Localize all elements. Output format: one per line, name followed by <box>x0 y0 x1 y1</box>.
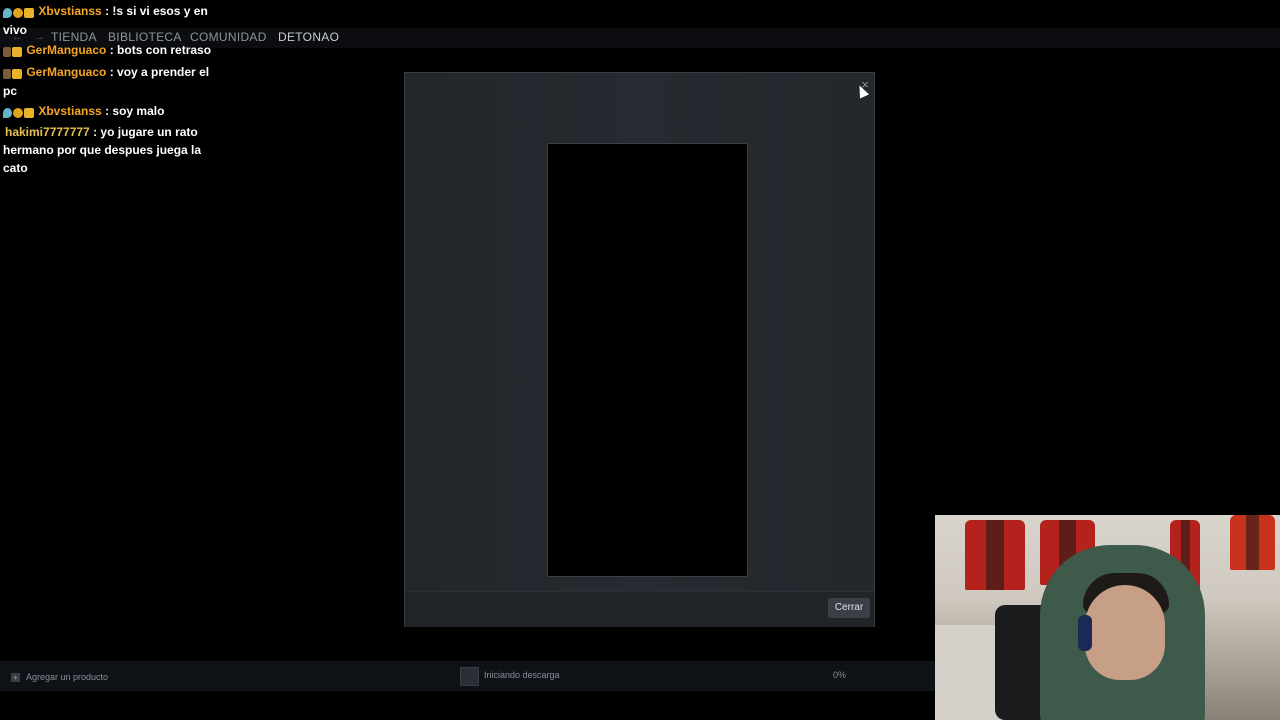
dialog-footer <box>405 591 874 627</box>
jersey-decor <box>1230 515 1275 570</box>
chat-badges-icon <box>3 64 23 82</box>
jersey-decor <box>965 520 1025 590</box>
download-percent: 0% <box>833 670 847 680</box>
chat-username: Xbvstianss <box>38 104 102 118</box>
chat-username: GerManguaco <box>26 65 107 79</box>
bottom-status-bar: + Agregar un producto Iniciando descarga… <box>0 661 935 691</box>
chat-username: Xbvstianss <box>38 4 102 18</box>
streamer-webcam <box>935 515 1280 720</box>
chat-message: GerManguaco : voy a prender el pc <box>3 63 213 100</box>
chat-message: GerManguaco : bots con retraso <box>3 41 228 60</box>
close-button[interactable]: Cerrar <box>828 598 870 618</box>
chat-message: Xbvstianss : !s si vi esos y en vivo <box>3 2 218 39</box>
chat-username: GerManguaco <box>26 43 107 57</box>
chat-username: hakimi7777777 <box>5 125 90 139</box>
streamer-face <box>1085 585 1165 680</box>
download-status-label[interactable]: Iniciando descarga <box>484 670 560 680</box>
chat-message: hakimi7777777 : yo jugare un rato herman… <box>3 123 225 177</box>
add-product-label: Agregar un producto <box>26 672 109 682</box>
chat-badges-icon <box>3 103 35 121</box>
add-product-button[interactable]: + Agregar un producto <box>11 672 108 682</box>
product-dialog: × Cerrar <box>404 72 875 627</box>
plus-icon: + <box>11 672 20 682</box>
chat-badges-icon <box>3 3 35 21</box>
chat-text: : bots con retraso <box>109 43 212 57</box>
download-thumbnail[interactable] <box>460 667 479 686</box>
chat-message: Xbvstianss : soy malo <box>3 102 228 121</box>
nav-item-profile[interactable]: DETONAO <box>278 30 339 44</box>
chat-badges-icon <box>3 42 23 60</box>
product-preview-image <box>547 143 748 577</box>
headset-icon <box>1078 615 1092 651</box>
chat-text: : soy malo <box>105 104 165 118</box>
